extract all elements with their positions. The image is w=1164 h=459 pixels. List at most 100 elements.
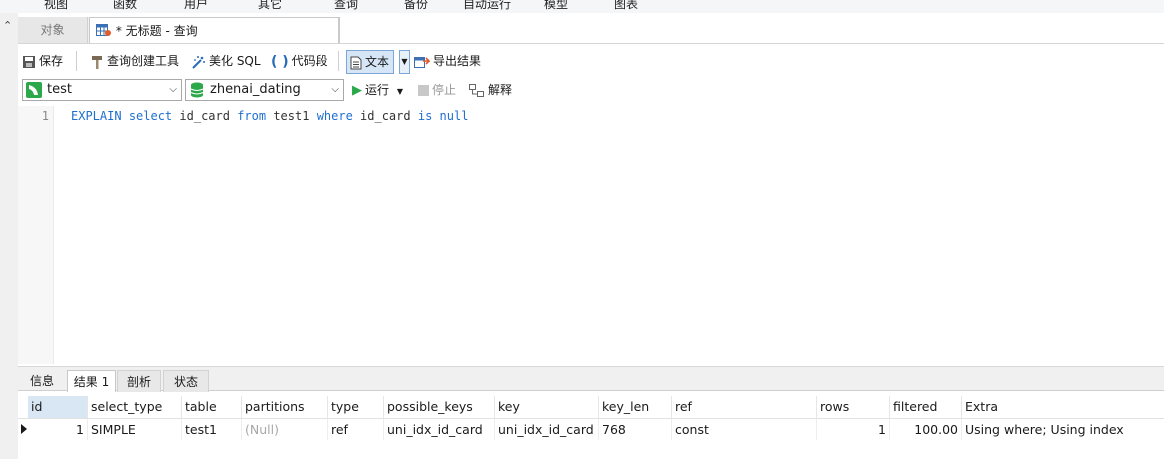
tab-profile[interactable]: 剖析 [117,370,161,392]
column-header-possible-keys[interactable]: possible_keys [384,396,495,418]
run-button[interactable]: ▶ 运行 ▼ [352,79,403,101]
chevron-down-icon: ⌵ [169,84,177,95]
database-name: zhenai_dating [210,82,301,97]
query-builder-label: 查询创建工具 [107,54,180,68]
cell-key[interactable]: uni_idx_id_card [495,419,599,440]
tab-result-1[interactable]: 结果 1 [67,370,116,392]
connection-icon [26,82,42,98]
line-number-gutter: 1 [18,106,54,364]
save-icon [23,55,35,68]
snippet-label: 代码段 [291,54,328,68]
query-builder-button[interactable]: 查询创建工具 [90,50,179,72]
tab-query[interactable]: * 无标题 - 查询 [89,17,339,43]
save-button[interactable]: 保存 [22,50,63,72]
stop-button[interactable]: 停止 [418,79,456,101]
cell-partitions[interactable]: (Null) [242,419,328,440]
cell-ref[interactable]: const [672,419,817,440]
current-row-marker-icon [21,424,27,434]
column-header-key-len[interactable]: key_len [599,396,672,418]
collapse-icon[interactable]: ⌃ [3,19,12,32]
chevron-down-icon: ⌵ [331,84,339,95]
text-mode-dropdown[interactable]: ▼ [399,50,410,74]
snippet-button[interactable]: ( ) 代码段 [271,50,328,72]
cell-id[interactable]: 1 [28,419,88,440]
menu-functions[interactable]: 函数 [113,0,137,12]
tab-status[interactable]: 状态 [163,370,209,392]
database-select[interactable]: zhenai_dating ⌵ [185,79,344,101]
menu-view[interactable]: 视图 [44,0,68,12]
tab-bar: 对象 * 无标题 - 查询 [18,17,1164,44]
result-grid: id select_type table partitions type pos… [18,396,1164,459]
menu-charts[interactable]: 图表 [614,0,638,12]
result-tab-bar: 信息 结果 1 剖析 状态 [18,366,1164,392]
stop-icon [418,85,429,96]
column-header-partitions[interactable]: partitions [242,396,328,418]
sql-keyword: select [128,109,173,123]
column-header-table[interactable]: table [182,396,242,418]
menu-automation[interactable]: 自动运行 [463,0,511,12]
explain-button[interactable]: 解释 [469,79,512,101]
cell-extra[interactable]: Using where; Using index [962,419,1164,440]
column-header-ref[interactable]: ref [672,396,817,418]
menu-backup[interactable]: 备份 [404,0,428,12]
connection-select[interactable]: test ⌵ [22,79,182,101]
column-header-type[interactable]: type [328,396,384,418]
table-row[interactable]: 1 SIMPLE test1 (Null) ref uni_idx_id_car… [18,419,1164,440]
line-number: 1 [41,109,49,123]
sql-keyword: null [439,109,469,123]
hammer-icon [92,55,102,69]
menu-query[interactable]: 查询 [334,0,358,12]
tab-info[interactable]: 信息 [20,370,64,392]
column-header-extra[interactable]: Extra [962,396,1164,418]
cell-table[interactable]: test1 [182,419,242,440]
magic-wand-icon [192,55,205,69]
column-header-select-type[interactable]: select_type [88,396,182,418]
tab-objects[interactable]: 对象 [18,17,88,43]
cell-key-len[interactable]: 768 [599,419,672,440]
cell-filtered[interactable]: 100.00 [890,419,962,440]
cell-select-type[interactable]: SIMPLE [88,419,182,440]
play-icon: ▶ [352,82,362,98]
stop-label: 停止 [432,83,457,97]
export-results-label: 导出结果 [433,54,482,68]
beautify-sql-button[interactable]: 美化 SQL [191,50,261,72]
menu-bar: 视图 函数 用户 其它 查询 备份 自动运行 模型 图表 [0,0,1164,13]
explain-label: 解释 [488,83,513,97]
tab-filler [339,17,1164,43]
toolbar-divider [76,51,77,71]
database-icon [190,82,204,98]
export-results-button[interactable]: 导出结果 [414,50,481,72]
sql-keyword: where [316,109,353,123]
document-icon [350,56,362,69]
menu-model[interactable]: 模型 [544,0,568,12]
text-mode-label: 文本 [365,55,390,69]
cell-possible-keys[interactable]: uni_idx_id_card [384,419,495,440]
sql-identifier: id_card [172,109,238,123]
run-dropdown-icon[interactable]: ▼ [397,87,403,96]
connection-toolbar: test ⌵ zhenai_dating ⌵ ▶ 运行 ▼ 停止 解释 [18,78,1164,104]
left-gutter [0,13,18,459]
sql-keyword: is [417,109,433,123]
beautify-sql-label: 美化 SQL [209,54,261,68]
parentheses-icon: ( ) [271,53,289,70]
text-mode-button[interactable]: 文本 [346,50,395,74]
cell-type[interactable]: ref [328,419,384,440]
query-toolbar: 保存 查询创建工具 美化 SQL ( ) 代码段 文本 ▼ 导出结果 [18,47,1164,75]
column-header-id[interactable]: id [28,396,88,418]
column-header-filtered[interactable]: filtered [890,396,962,418]
table-query-icon [96,24,111,36]
export-icon [414,56,430,68]
sql-code-line[interactable]: EXPLAIN select id_card from test1 where … [71,109,468,123]
cell-rows[interactable]: 1 [817,419,890,440]
sql-keyword: EXPLAIN [71,109,122,123]
column-header-rows[interactable]: rows [817,396,890,418]
connection-name: test [47,82,72,97]
menu-other[interactable]: 其它 [258,0,282,12]
sql-identifier: id_card [352,109,418,123]
grid-header: id select_type table partitions type pos… [18,396,1164,419]
sql-editor[interactable]: 1 EXPLAIN select id_card from test1 wher… [18,106,1164,364]
column-header-key[interactable]: key [495,396,599,418]
toolbar-divider [338,51,339,71]
menu-users[interactable]: 用户 [184,0,208,12]
save-label: 保存 [39,54,64,68]
